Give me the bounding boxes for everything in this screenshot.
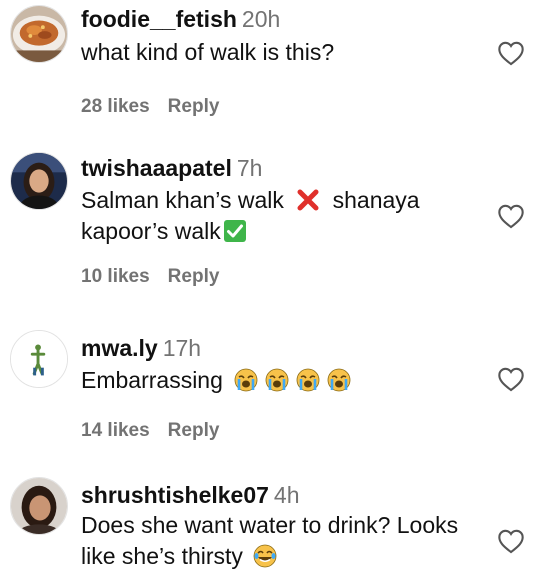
likes-count[interactable]: 10 likes	[81, 266, 150, 288]
timestamp: 4h	[273, 482, 300, 508]
woman-portrait-icon	[11, 478, 67, 534]
loudly-crying-face-emoji-icon	[296, 368, 320, 392]
comment-text-part: Embarrassing	[81, 367, 223, 393]
comment-text: kapoor’s walk	[81, 216, 477, 247]
likes-count[interactable]: 28 likes	[81, 96, 150, 118]
comment-header: mwa.ly 17h	[81, 333, 477, 363]
comment-header: twishaaapatel 7h	[81, 153, 477, 183]
like-button[interactable]	[497, 528, 525, 554]
comment-text: like she’s thirsty	[81, 541, 477, 572]
loudly-crying-face-emoji-icon	[265, 368, 289, 392]
figure-illustration-icon	[11, 331, 67, 387]
likes-count[interactable]: 14 likes	[81, 420, 150, 442]
avatar[interactable]	[10, 330, 68, 388]
comment-header: shrushtishelke07 4h	[81, 480, 477, 510]
heart-icon	[498, 367, 524, 392]
timestamp: 7h	[236, 155, 263, 181]
heart-icon	[498, 529, 524, 554]
comment-text-part: like she’s thirsty	[81, 543, 243, 569]
like-button[interactable]	[497, 203, 525, 229]
like-button[interactable]	[497, 40, 525, 66]
like-button[interactable]	[497, 366, 525, 392]
comment-text-part: Salman khan’s walk	[81, 187, 284, 213]
comment-text-part: kapoor’s walk	[81, 218, 221, 244]
cross-mark-emoji-icon	[296, 188, 320, 212]
comment-text: Does she want water to drink? Looks	[81, 512, 459, 538]
face-with-tears-of-joy-emoji-icon	[253, 544, 277, 568]
comment-actions: 28 likes Reply	[81, 96, 477, 118]
heart-icon	[498, 41, 524, 66]
comment-header: foodie__fetish 20h	[81, 4, 477, 34]
comment-text: Salman khan’s walk shanaya	[81, 185, 477, 216]
avatar[interactable]	[10, 477, 68, 535]
avatar[interactable]	[10, 152, 68, 210]
heart-icon	[498, 204, 524, 229]
reply-button[interactable]: Reply	[168, 266, 220, 288]
username[interactable]: foodie__fetish	[81, 6, 237, 32]
comment-text-part: shanaya	[332, 187, 420, 213]
reply-button[interactable]: Reply	[168, 96, 220, 118]
loudly-crying-face-emoji-icon	[234, 368, 258, 392]
woman-portrait-icon	[11, 153, 67, 209]
comment-actions: 14 likes Reply	[81, 420, 477, 442]
username[interactable]: shrushtishelke07	[81, 482, 269, 508]
comment-actions: 10 likes Reply	[81, 266, 477, 288]
timestamp: 20h	[241, 6, 281, 32]
avatar[interactable]	[10, 5, 68, 63]
timestamp: 17h	[162, 335, 202, 361]
comment-text: what kind of walk is this?	[81, 39, 335, 65]
food-plate-icon	[11, 6, 67, 62]
username[interactable]: twishaaapatel	[81, 155, 232, 181]
check-mark-button-emoji-icon	[223, 219, 247, 243]
username[interactable]: mwa.ly	[81, 335, 158, 361]
comment-text: Embarrassing	[81, 365, 477, 396]
reply-button[interactable]: Reply	[168, 420, 220, 442]
loudly-crying-face-emoji-icon	[327, 368, 351, 392]
